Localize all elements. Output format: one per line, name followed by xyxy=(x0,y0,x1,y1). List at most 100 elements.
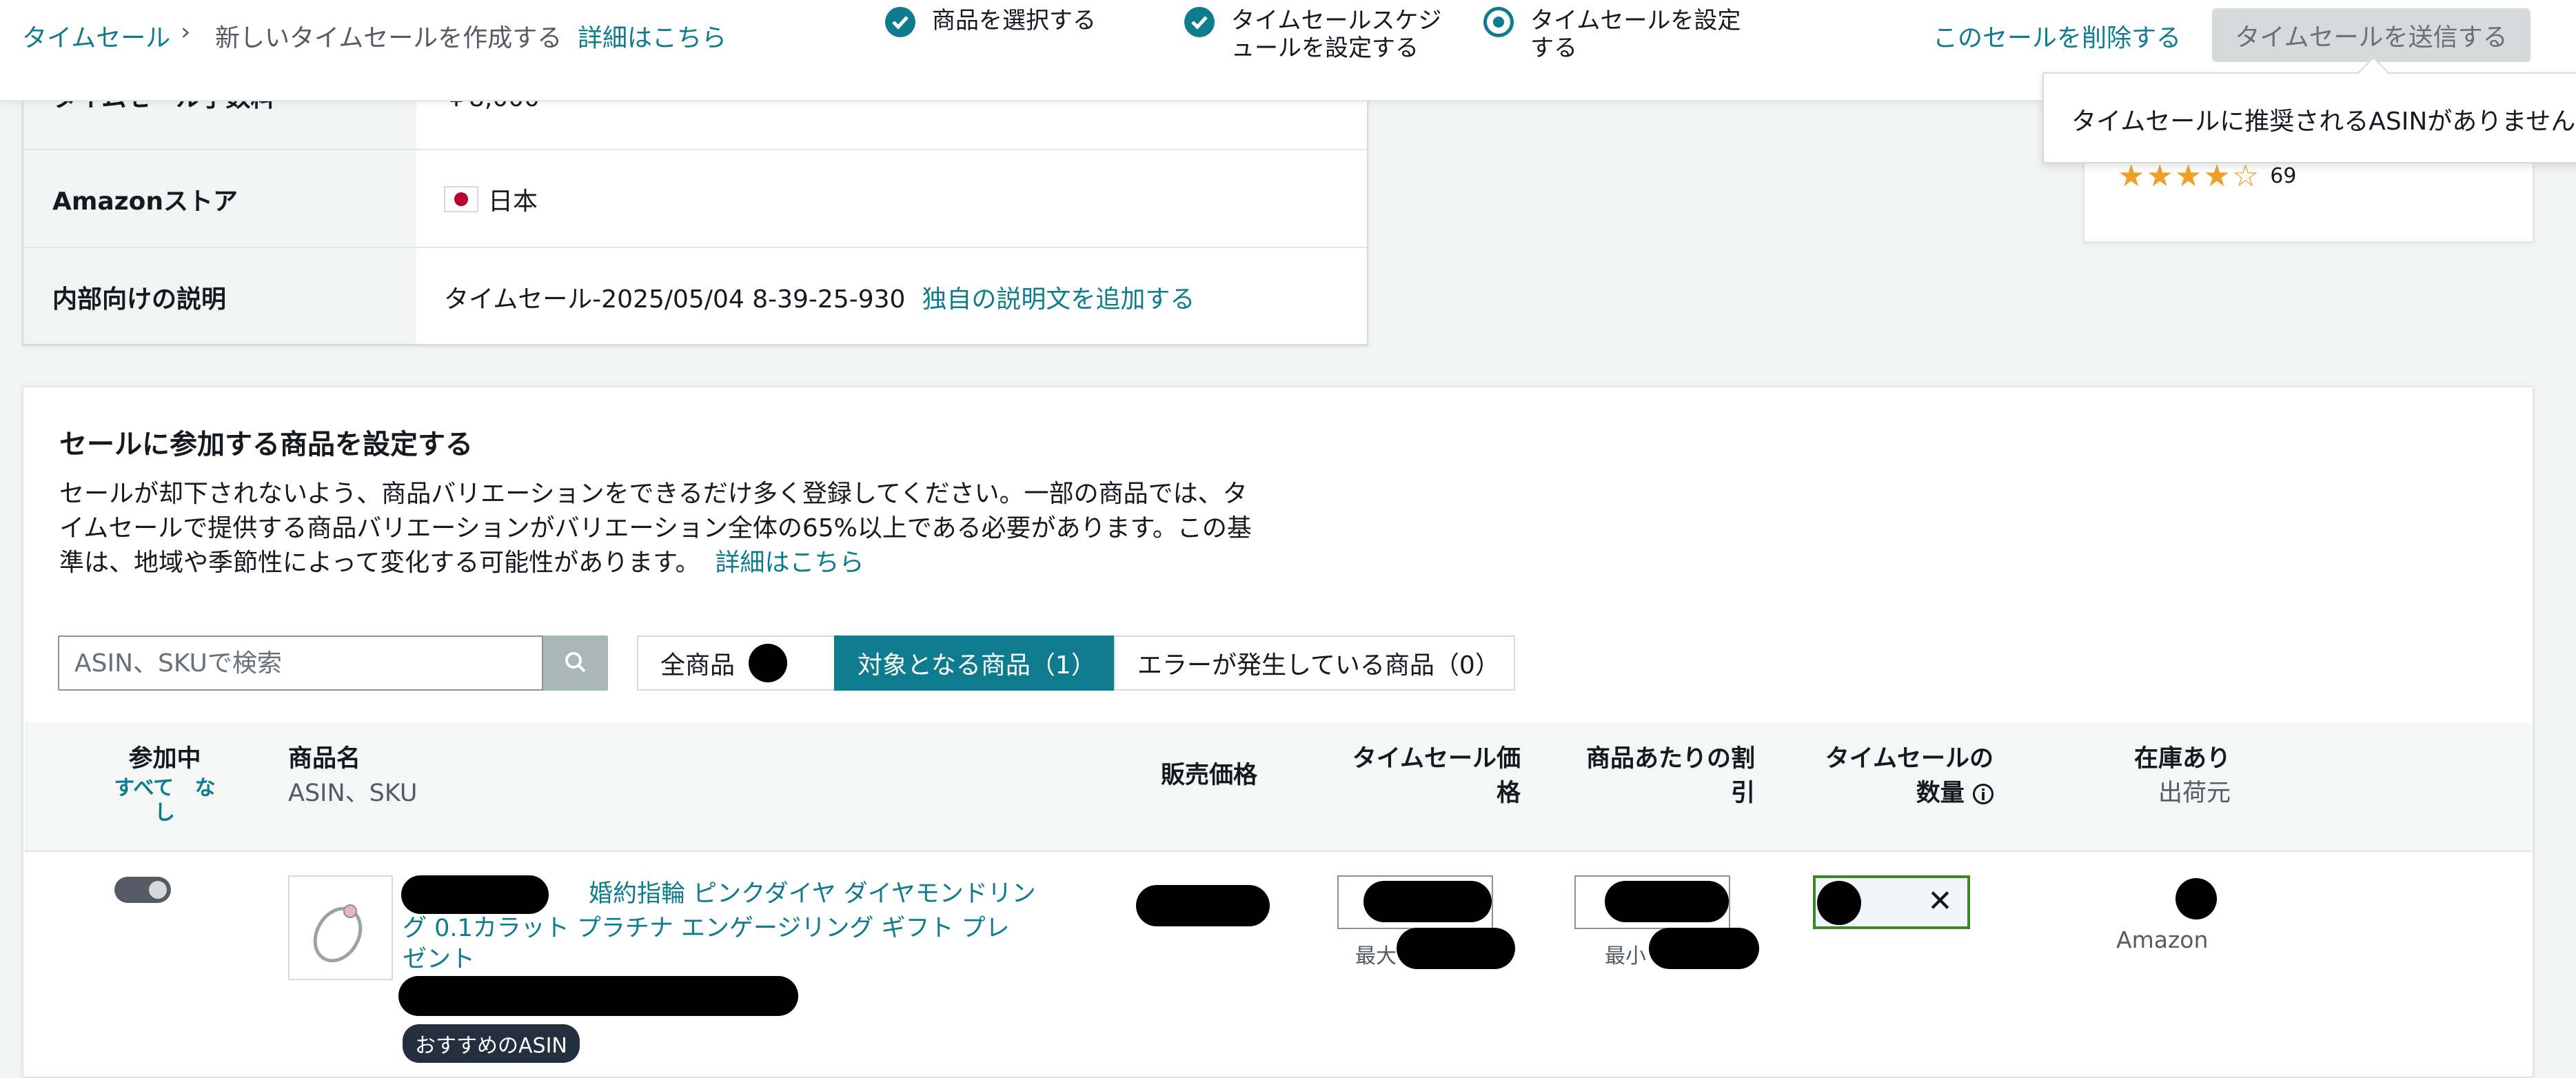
current-step-icon xyxy=(1483,7,1514,37)
star-empty-icon: ☆ xyxy=(2231,159,2260,194)
deal-quantity-input[interactable]: ✕ xyxy=(1813,875,1970,929)
description-line: イムセールで提供する商品バリエーションがバリエーション全体の65%以上である必要… xyxy=(59,514,1252,542)
check-circle-icon xyxy=(885,7,915,37)
sale-price-header: 販売価格 xyxy=(1161,762,1258,789)
participating-toggle[interactable] xyxy=(114,877,171,903)
recommended-asin-badge: おすすめのASIN xyxy=(403,1024,580,1063)
search-button[interactable] xyxy=(543,635,608,691)
step-label: ュールを設定する xyxy=(1231,34,1419,62)
quantity-header: タイムセールの 数量 i xyxy=(1787,742,1994,811)
header-line: 引 xyxy=(1730,780,1755,807)
product-title-line: グ 0.1カラット プラチナ エンゲージリング ギフト プレ xyxy=(403,915,1010,942)
product-title-link[interactable]: 婚約指輪 ピンクダイヤ ダイヤモンドリン グ 0.1カラット プラチナ エンゲー… xyxy=(403,877,1051,973)
select-all-link[interactable]: すべて xyxy=(114,776,174,800)
stock-header: 在庫あり 出荷元 xyxy=(2093,742,2231,811)
store-value-wrap: 日本 xyxy=(444,150,538,248)
description-label: 内部向けの説明 xyxy=(23,248,416,344)
search-icon xyxy=(565,651,586,672)
redacted-value xyxy=(1605,881,1729,922)
step-label: タイムセールスケジ xyxy=(1231,7,1442,34)
redacted-stock xyxy=(2176,878,2217,919)
description-line-3: 準は、地域や季節性によって変化する可能性があります。 詳細はこちら xyxy=(59,546,1259,580)
filter-eligible-products[interactable]: 対象となる商品（1） xyxy=(834,635,1114,691)
redacted-value xyxy=(1363,881,1492,922)
fulfillment-value: Amazon xyxy=(2116,926,2209,953)
participating-header: 参加中 すべて なし xyxy=(106,742,223,826)
discount-header: 商品あたりの割 引 xyxy=(1555,742,1755,811)
breadcrumb-time-sale[interactable]: タイムセール xyxy=(22,18,170,54)
filter-label: 対象となる商品（1） xyxy=(858,651,1096,680)
rating-count: 69 xyxy=(2270,164,2297,188)
delete-sale-link[interactable]: このセールを削除する xyxy=(1933,18,2181,54)
quantity-header-line2: 数量 i xyxy=(1787,776,1994,811)
fee-value: ￥8,000 xyxy=(444,96,540,112)
step-label: する xyxy=(1530,34,1577,62)
header-line: タイムセール価 xyxy=(1352,745,1521,773)
products-section: セールに参加する商品を設定する セールが却下されないよう、商品バリエーションをで… xyxy=(22,386,2534,1078)
info-icon[interactable]: i xyxy=(1973,784,1994,804)
section-description: セールが却下されないよう、商品バリエーションをできるだけ多く登録してください。一… xyxy=(59,477,1259,580)
details-link[interactable]: 詳細はこちら xyxy=(578,18,727,54)
product-sub-label: ASIN、SKU xyxy=(288,780,418,807)
description-line: セールが却下されないよう、商品バリエーションをできるだけ多く登録してください。一… xyxy=(59,480,1248,508)
description-row: 内部向けの説明 タイムセール-2025/05/04 8-39-25-930 独自… xyxy=(23,247,1367,344)
product-thumbnail xyxy=(288,875,393,980)
product-name-header: 商品名 ASIN、SKU xyxy=(288,742,418,811)
asin-search-input[interactable] xyxy=(58,635,543,691)
fee-row: タイムセール手数料 ￥8,000 xyxy=(23,96,1367,149)
header-line: 数量 xyxy=(1916,780,1965,807)
header-line: タイムセールの xyxy=(1825,745,1994,773)
section-title: セールに参加する商品を設定する xyxy=(59,429,473,460)
product-table-header: 参加中 すべて なし 商品名 ASIN、SKU 販売価格 タイムセール価 格 商… xyxy=(25,722,2531,852)
check-circle-icon xyxy=(1184,7,1215,37)
product-title-line: ゼント xyxy=(403,946,476,973)
star-full-icon: ★ xyxy=(2146,159,2173,194)
filter-label: エラーが発生している商品（0） xyxy=(1137,651,1500,680)
product-title-line: 婚約指輪 ピンクダイヤ ダイヤモンドリン xyxy=(589,880,1036,908)
deal-price-input[interactable] xyxy=(1337,875,1493,929)
redacted-sale-price xyxy=(1136,885,1270,926)
step-label: タイムセールを設定 xyxy=(1530,7,1741,34)
breadcrumb-current: 新しいタイムセールを作成する xyxy=(215,24,562,52)
fee-label: タイムセール手数料 xyxy=(23,98,416,149)
discount-input[interactable] xyxy=(1574,875,1730,929)
japan-flag-icon xyxy=(444,186,478,212)
filter-label: 全商品 xyxy=(660,651,736,680)
submit-sale-button[interactable]: タイムセールを送信する xyxy=(2212,8,2531,62)
star-full-icon: ★ xyxy=(2118,159,2145,194)
store-row: Amazonストア 日本 xyxy=(23,149,1367,248)
star-full-icon: ★ xyxy=(2174,159,2202,194)
store-label: Amazonストア xyxy=(23,150,416,248)
tooltip-text: タイムセールに推奨されるASINがありません xyxy=(2071,108,2576,136)
ring-image-icon xyxy=(313,904,363,963)
min-label: 最小 xyxy=(1605,944,1646,968)
header-line: 出荷元 xyxy=(2158,780,2231,807)
filter-error-products[interactable]: エラーが発生している商品（0） xyxy=(1114,635,1515,691)
breadcrumb-separator-icon: › xyxy=(181,18,191,46)
filter-all-products[interactable]: 全商品 xyxy=(637,635,856,691)
add-description-link[interactable]: 独自の説明文を追加する xyxy=(922,279,1195,315)
participating-label: 参加中 xyxy=(128,745,201,773)
redacted-count xyxy=(749,644,787,682)
header-line: 在庫あり xyxy=(2133,745,2231,773)
learn-more-link[interactable]: 詳細はこちら xyxy=(716,549,864,577)
max-label: 最大 xyxy=(1355,944,1397,968)
header-line: 格 xyxy=(1496,780,1521,807)
header-line: 商品あたりの割 xyxy=(1585,745,1755,773)
clear-icon[interactable]: ✕ xyxy=(1927,881,1953,922)
deal-details-table: タイムセール手数料 ￥8,000 Amazonストア 日本 内部向けの説明 タイ… xyxy=(22,96,1368,345)
description-value: タイムセール-2025/05/04 8-39-25-930 xyxy=(444,285,906,314)
select-links: すべて なし xyxy=(106,776,223,826)
redacted-min xyxy=(1649,928,1759,969)
star-rating: ★ ★ ★ ★ ☆ 69 xyxy=(2118,159,2296,194)
step-label: 商品を選択する xyxy=(932,7,1096,34)
store-value: 日本 xyxy=(488,187,538,216)
redacted-value xyxy=(1817,881,1861,925)
description-line: 準は、地域や季節性によって変化する可能性があります。 xyxy=(59,549,700,577)
table-row: 婚約指輪 ピンクダイヤ ダイヤモンドリン グ 0.1カラット プラチナ エンゲー… xyxy=(25,851,2531,1078)
description-value-wrap: タイムセール-2025/05/04 8-39-25-930 独自の説明文を追加す… xyxy=(444,248,1195,344)
submit-tooltip: タイムセールに推奨されるASINがありません xyxy=(2042,72,2576,163)
star-full-icon: ★ xyxy=(2203,159,2231,194)
deal-price-header: タイムセール価 格 xyxy=(1321,742,1521,811)
product-name-label: 商品名 xyxy=(288,745,361,773)
